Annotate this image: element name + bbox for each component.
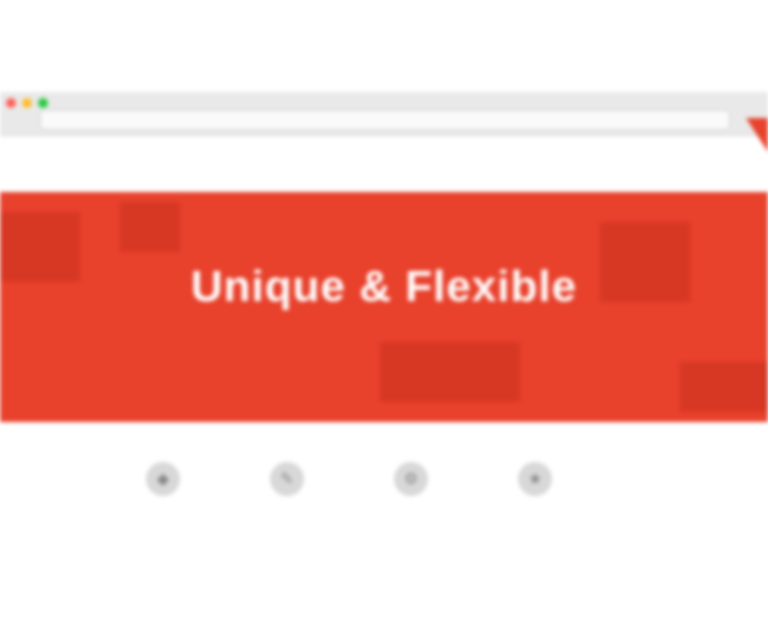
hero-decoration	[380, 342, 520, 402]
browser-toolbar	[0, 92, 768, 136]
features-row: ◆ ✎ ⚙ ★	[130, 462, 610, 518]
window-controls	[6, 98, 48, 108]
close-window-button[interactable]	[6, 98, 16, 108]
page: Unique & Flexible ◆ ✎ ⚙ ★	[0, 0, 768, 639]
address-bar[interactable]	[40, 110, 730, 130]
diamond-icon: ◆	[146, 462, 180, 496]
hero-banner: Unique & Flexible	[0, 192, 768, 422]
main-nav	[140, 164, 620, 190]
hero-title: Unique & Flexible	[190, 262, 578, 311]
hero-decoration	[680, 362, 768, 412]
feature-item: ★	[502, 462, 610, 518]
star-icon: ★	[518, 462, 552, 496]
maximize-window-button[interactable]	[38, 98, 48, 108]
feature-item: ✎	[254, 462, 362, 518]
pen-icon: ✎	[270, 462, 304, 496]
feature-item: ⚙	[378, 462, 486, 518]
gear-icon: ⚙	[394, 462, 428, 496]
hero-decoration	[120, 202, 180, 252]
minimize-window-button[interactable]	[22, 98, 32, 108]
feature-item: ◆	[130, 462, 238, 518]
